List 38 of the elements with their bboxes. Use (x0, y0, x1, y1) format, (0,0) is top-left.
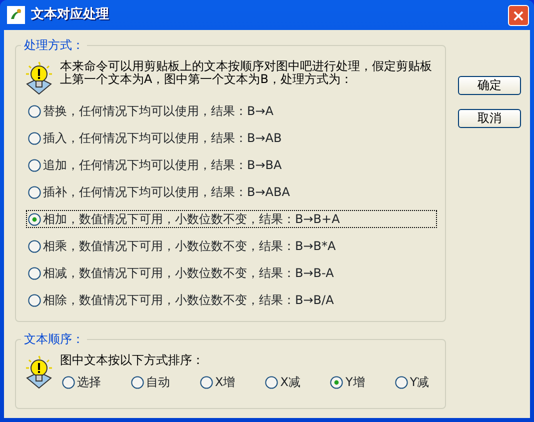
option-label[interactable]: 插入，任何情况下均可以使用，结果：B→AB (43, 131, 282, 145)
option-label[interactable]: Y减 (410, 375, 430, 389)
radio-button[interactable] (28, 294, 41, 306)
option-label[interactable]: X减 (280, 375, 300, 389)
ok-button[interactable]: 确定 (458, 76, 521, 95)
radio-button[interactable] (131, 376, 144, 388)
warning-bulb-icon (24, 354, 54, 390)
radio-button[interactable] (265, 376, 278, 388)
radio-button[interactable] (200, 376, 213, 388)
radio-button[interactable] (28, 186, 41, 198)
option-label[interactable]: 选择 (77, 375, 101, 389)
radio-button[interactable] (28, 104, 41, 118)
app-icon (7, 6, 25, 24)
cancel-button[interactable]: 取消 (458, 109, 521, 128)
option-label[interactable]: Y增 (345, 375, 365, 389)
radio-button[interactable] (62, 376, 75, 388)
window-title: 文本对应处理 (31, 6, 110, 24)
group-title: 文本顺序： (21, 331, 87, 347)
description-text: 图中文本按以下方式排序： (60, 354, 205, 367)
radio-button[interactable] (28, 132, 41, 144)
close-button[interactable]: × (508, 4, 529, 26)
radio-button[interactable] (28, 266, 41, 280)
option-label[interactable]: 相减，数值情况下可用，小数位数不变，结果：B→B-A (43, 266, 334, 280)
warning-bulb-icon (24, 60, 54, 96)
radio-button[interactable] (28, 158, 41, 172)
option-label[interactable]: 替换，任何情况下均可以使用，结果：B→A (43, 104, 274, 118)
radio-button[interactable] (330, 376, 344, 388)
option-label[interactable]: 自动 (146, 375, 170, 389)
option-label[interactable]: X增 (215, 375, 236, 389)
option-label[interactable]: 相乘，数值情况下可用，小数位数不变，结果：B→B*A (43, 239, 336, 253)
radio-button[interactable] (28, 212, 41, 226)
option-label[interactable]: 相除，数值情况下可用，小数位数不变，结果：B→B/A (43, 293, 334, 307)
option-label[interactable]: 追加，任何情况下均可以使用，结果：B→BA (43, 158, 282, 172)
description-text: 本来命令可以用剪贴板上的文本按顺序对图中吧进行处理，假定剪贴板上第一个文本为A，图中第一个文本为B，处理方式为： (60, 60, 433, 88)
radio-button[interactable] (28, 240, 41, 252)
group-title: 处理方式： (21, 37, 87, 53)
option-label[interactable]: 插补，任何情况下均可以使用，结果：B→ABA (43, 185, 290, 199)
radio-button[interactable] (394, 376, 408, 388)
